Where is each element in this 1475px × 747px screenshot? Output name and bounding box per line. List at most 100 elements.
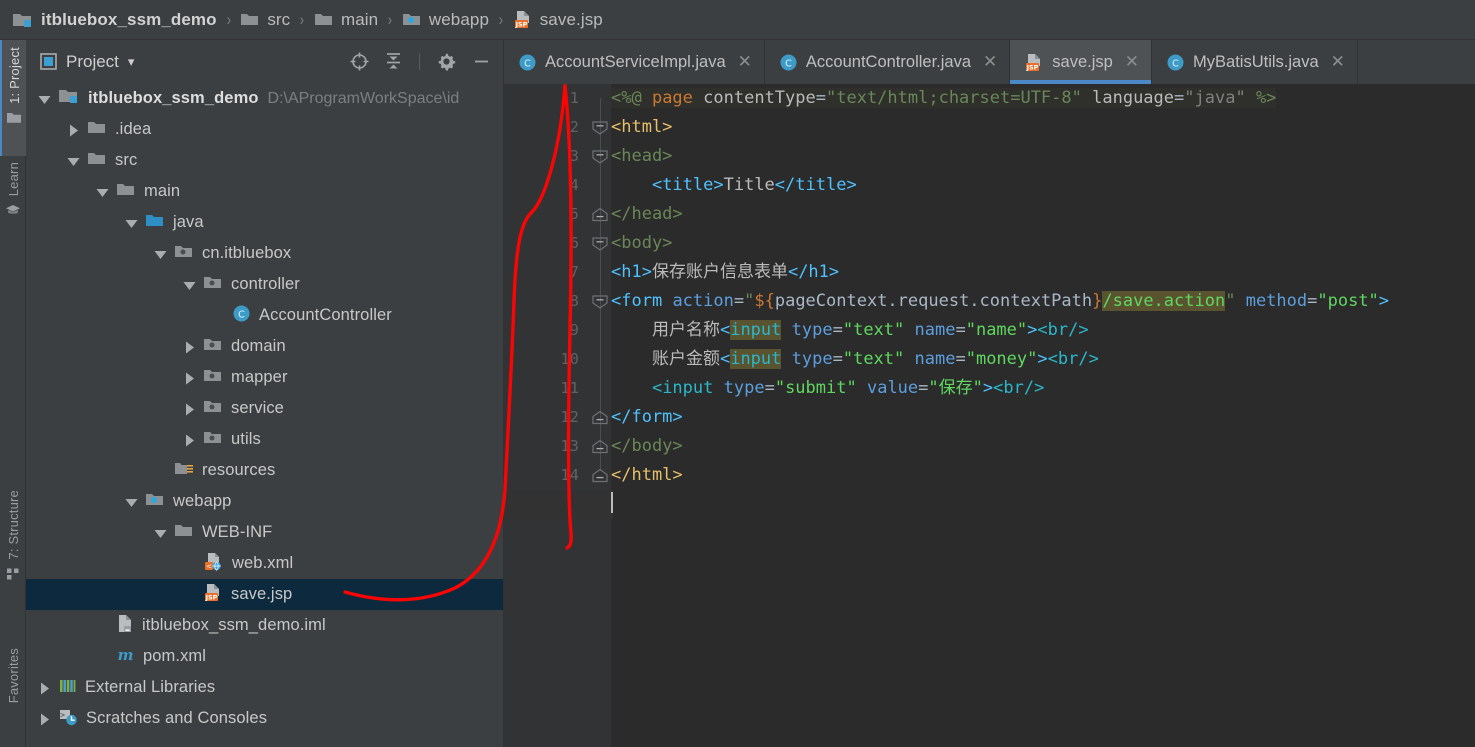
tree-node-mapper[interactable]: mapper [26, 362, 504, 393]
fold-marker-open[interactable] [592, 121, 608, 135]
editor-tab-mybatisutils-java[interactable]: C MyBatisUtils.java ✕ [1152, 40, 1358, 84]
fold-marker-close[interactable] [592, 207, 608, 222]
fold-marker-close[interactable] [592, 468, 608, 483]
locate-target-icon[interactable] [349, 51, 370, 72]
line-number: 12 [560, 408, 579, 426]
tree-node-icon [87, 119, 107, 141]
tree-node-label: webapp [173, 492, 232, 510]
webapp-folder-icon [145, 491, 165, 508]
tree-node-pom-xml[interactable]: m pom.xml [26, 641, 504, 672]
editor-fold-column[interactable] [589, 84, 611, 747]
collapse-all-icon[interactable] [384, 51, 403, 72]
svg-text:C: C [1172, 58, 1179, 69]
tool-strip-button-project[interactable]: 1: Project [0, 40, 26, 156]
tree-node-external-libraries[interactable]: External Libraries [26, 672, 504, 703]
line-number: 7 [569, 263, 579, 281]
twisty-down[interactable] [125, 216, 138, 229]
package-icon [203, 336, 223, 353]
tree-node--idea[interactable]: .idea [26, 114, 504, 145]
tree-node-src[interactable]: src [26, 145, 504, 176]
twisty-down[interactable] [125, 495, 138, 508]
breadcrumb-item-main[interactable]: main [314, 10, 378, 30]
line-number: 11 [560, 379, 579, 397]
twisty-right[interactable] [183, 433, 196, 447]
twisty-right[interactable] [67, 123, 80, 137]
fold-marker-open[interactable] [592, 150, 608, 164]
minimize-icon[interactable] [471, 51, 492, 72]
breadcrumb-item-webapp[interactable]: webapp [402, 10, 489, 30]
breadcrumb-item-project[interactable]: itbluebox_ssm_demo [12, 10, 217, 30]
twisty-right[interactable] [183, 340, 196, 354]
twisty-right[interactable] [38, 712, 51, 726]
twisty-down[interactable] [183, 278, 196, 291]
editor-tab-accountcontroller-java[interactable]: C AccountController.java ✕ [765, 40, 1011, 84]
gear-icon[interactable] [436, 51, 457, 72]
package-icon [203, 429, 223, 446]
tree-node-domain[interactable]: domain [26, 331, 504, 362]
editor-tab-save-jsp[interactable]: JSP save.jsp ✕ [1010, 40, 1153, 84]
editor-tab-bar: C AccountServiceImpl.java ✕ C AccountControl… [504, 40, 1475, 84]
tree-node-controller[interactable]: controller [26, 269, 504, 300]
editor-tab-label: save.jsp [1052, 52, 1113, 71]
tree-node-main[interactable]: main [26, 176, 504, 207]
close-icon[interactable]: ✕ [1331, 52, 1345, 72]
tool-strip-button-learn[interactable]: Learn [0, 162, 26, 250]
code-editor[interactable]: 123456789101112131415 <%@ page contentTy… [504, 84, 1475, 747]
current-line-highlight [504, 490, 613, 519]
tree-node-service[interactable]: service [26, 393, 504, 424]
editor-tab-label: AccountController.java [805, 52, 972, 71]
tree-node-java[interactable]: java [26, 207, 504, 238]
tree-node-utils[interactable]: utils [26, 424, 504, 455]
code-line: </form> [611, 407, 683, 427]
fold-marker-close[interactable] [592, 410, 608, 425]
code-line: </html> [611, 465, 683, 485]
twisty-right[interactable] [183, 371, 196, 385]
twisty-down[interactable] [38, 92, 51, 105]
tree-node-icon [203, 274, 223, 296]
twisty-down[interactable] [154, 247, 167, 260]
twisty-down[interactable] [67, 154, 80, 167]
twisty-right[interactable] [183, 402, 196, 416]
twisty-right[interactable] [38, 681, 51, 695]
tree-node-label: service [231, 399, 284, 417]
close-icon[interactable]: ✕ [1125, 52, 1139, 72]
fold-marker-open[interactable] [592, 237, 608, 251]
tree-node-scratches-and-consoles[interactable]: >_ Scratches and Consoles [26, 703, 504, 734]
svg-text:JSP: JSP [514, 21, 527, 29]
tree-node-itbluebox-ssm-demo[interactable]: itbluebox_ssm_demo D:\AProgramWorkSpace\i… [26, 83, 504, 114]
svg-text:C: C [524, 58, 531, 69]
twisty-placeholder [96, 619, 109, 632]
breadcrumb-item-file[interactable]: JSP save.jsp [513, 10, 603, 30]
breadcrumb-item-src[interactable]: src [240, 10, 290, 30]
fold-marker-open[interactable] [592, 295, 608, 309]
tree-node-web-inf[interactable]: WEB-INF [26, 517, 504, 548]
folder-icon [116, 181, 136, 198]
tree-node-accountcontroller[interactable]: C AccountController [26, 300, 504, 331]
tree-node-label: domain [231, 337, 286, 355]
line-number: 13 [560, 437, 579, 455]
tree-node-web-xml[interactable]: < web.xml [26, 548, 504, 579]
tree-node-cn-itbluebox[interactable]: cn.itbluebox [26, 238, 504, 269]
editor-tab-accountserviceimpl-java[interactable]: C AccountServiceImpl.java ✕ [504, 40, 765, 84]
fold-marker-close[interactable] [592, 439, 608, 454]
java-class-icon: C [779, 53, 798, 72]
project-panel-toolbar [349, 40, 492, 83]
package-icon [203, 367, 223, 384]
close-icon[interactable]: ✕ [983, 52, 997, 72]
twisty-down[interactable] [154, 526, 167, 539]
tree-node-webapp[interactable]: webapp [26, 486, 504, 517]
tree-node-resources[interactable]: resources [26, 455, 504, 486]
tool-strip-button-structure[interactable]: 7: Structure [0, 490, 26, 606]
close-icon[interactable]: ✕ [738, 52, 752, 72]
project-folder-icon [6, 111, 22, 125]
code-content[interactable]: <%@ page contentType="text/html;charset=… [504, 84, 1475, 747]
twisty-down[interactable] [96, 185, 109, 198]
web-xml-icon: < [203, 552, 224, 571]
tree-node-save-jsp[interactable]: JSP save.jsp [26, 579, 504, 610]
tree-node-itbluebox-ssm-demo-iml[interactable]: itbluebox_ssm_demo.iml [26, 610, 504, 641]
project-tree[interactable]: itbluebox_ssm_demo D:\AProgramWorkSpace\i… [26, 83, 504, 734]
tree-node-label: web.xml [232, 554, 294, 572]
chevron-down-icon[interactable]: ▾ [128, 54, 135, 70]
editor-gutter[interactable]: 123456789101112131415 [504, 84, 589, 747]
tool-strip-button-favorites[interactable]: Favorites [0, 648, 26, 744]
